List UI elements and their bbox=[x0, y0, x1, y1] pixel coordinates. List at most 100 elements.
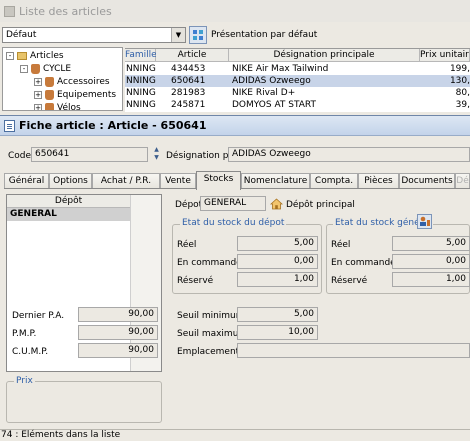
list-window-icon bbox=[4, 5, 15, 17]
tree-node-label: CYCLE bbox=[43, 63, 72, 74]
fiche-titlebar[interactable]: Fiche article : Article - 650641 bbox=[0, 116, 470, 136]
code-label: Code bbox=[8, 151, 32, 161]
stock-depot-reserve-label: Réservé bbox=[177, 276, 214, 286]
family-tree[interactable]: - Articles - CYCLE + Accessoires + Equip… bbox=[2, 47, 123, 111]
cell-article: 245871 bbox=[171, 100, 206, 110]
tab-stocks[interactable]: Stocks bbox=[196, 171, 241, 190]
product-family-icon bbox=[31, 63, 40, 74]
tree-node-equipements[interactable]: + Equipements bbox=[34, 88, 116, 101]
stock-depot-reel-field[interactable]: 5,00 bbox=[237, 236, 318, 251]
column-header-prix[interactable]: Prix unitaire bbox=[420, 49, 470, 62]
cell-designation: ADIDAS Ozweego bbox=[232, 76, 311, 86]
column-header-article[interactable]: Article bbox=[156, 49, 229, 62]
status-text: 74 : Eléments dans la liste bbox=[1, 430, 121, 440]
list-window-title: Liste des articles bbox=[19, 4, 112, 18]
view-combo-value: Défaut bbox=[6, 30, 37, 40]
emplacement-label: Emplacement bbox=[177, 347, 240, 357]
tree-node-label: Articles bbox=[30, 50, 64, 61]
seuil-maximum-field[interactable]: 10,00 bbox=[237, 325, 318, 340]
column-header-famille[interactable]: Famille bbox=[125, 49, 157, 62]
cell-prix: 80, bbox=[455, 88, 470, 98]
presentation-icon bbox=[193, 30, 203, 40]
depot-label: Dépot bbox=[175, 200, 203, 210]
cell-prix: 199, bbox=[449, 64, 470, 74]
product-family-icon bbox=[45, 102, 54, 110]
cump-label: C.U.M.P. bbox=[12, 347, 49, 357]
seuil-minimum-field[interactable]: 5,00 bbox=[237, 307, 318, 322]
stock-general-reel-label: Réel bbox=[331, 240, 351, 250]
code-spinner[interactable]: ▲ ▼ bbox=[151, 146, 162, 162]
tree-node-velos[interactable]: + Vélos bbox=[34, 101, 81, 111]
stock-general-commande-field[interactable]: 0,00 bbox=[392, 254, 470, 269]
collapse-icon[interactable]: - bbox=[20, 64, 28, 73]
stock-general-commande-label: En commande bbox=[331, 258, 396, 268]
list-window-titlebar[interactable]: Liste des articles bbox=[0, 0, 470, 22]
cump-field[interactable]: 90,00 bbox=[78, 343, 158, 358]
fiche-article-window: Fiche article : Article - 650641 Code 65… bbox=[0, 115, 470, 427]
tab-vente[interactable]: Vente bbox=[160, 173, 196, 189]
tree-node-label: Equipements bbox=[57, 89, 117, 100]
fiche-title: Fiche article : Article - 650641 bbox=[19, 119, 207, 132]
chevron-down-icon[interactable]: ▼ bbox=[171, 28, 185, 42]
stock-general-reserve-field[interactable]: 1,00 bbox=[392, 272, 470, 287]
arrow-up-icon[interactable]: ▲ bbox=[151, 146, 162, 154]
tree-node-articles[interactable]: - Articles bbox=[6, 49, 64, 62]
fiche-tabs: Général Options Achat / P.R. Vente Stock… bbox=[4, 171, 470, 190]
cell-famille: NNING bbox=[126, 100, 156, 110]
pmp-label: P.M.P. bbox=[12, 329, 37, 339]
tab-compta[interactable]: Compta. bbox=[310, 173, 358, 189]
designation-label: Désignation pr. bbox=[166, 151, 235, 161]
column-header-designation[interactable]: Désignation principale bbox=[229, 49, 420, 62]
tree-node-accessoires[interactable]: + Accessoires bbox=[34, 75, 110, 88]
prix-group-title: Prix bbox=[14, 376, 35, 386]
tree-node-label: Accessoires bbox=[57, 76, 110, 87]
prix-group bbox=[6, 381, 162, 423]
seuil-minimum-label: Seuil minimum bbox=[177, 311, 245, 321]
cell-article: 281983 bbox=[171, 88, 206, 98]
view-combo[interactable]: Défaut ▼ bbox=[2, 27, 186, 43]
stock-depot-commande-field[interactable]: 0,00 bbox=[237, 254, 318, 269]
stock-general-reel-field[interactable]: 5,00 bbox=[392, 236, 470, 251]
collapse-icon[interactable]: - bbox=[6, 51, 14, 60]
tab-pieces[interactable]: Pièces bbox=[358, 173, 399, 189]
tab-documents[interactable]: Documents bbox=[399, 173, 455, 189]
expand-icon[interactable]: + bbox=[34, 77, 42, 86]
depot-list-item[interactable]: GENERAL bbox=[7, 208, 131, 221]
depot-list-header[interactable]: Dépôt bbox=[7, 195, 131, 208]
tab-general[interactable]: Général bbox=[4, 173, 49, 189]
home-icon[interactable] bbox=[270, 197, 283, 210]
tab-achat[interactable]: Achat / P.R. bbox=[92, 173, 160, 189]
arrow-down-icon[interactable]: ▼ bbox=[151, 154, 162, 162]
tree-node-label: Vélos bbox=[57, 102, 81, 111]
dernier-pa-field[interactable]: 90,00 bbox=[78, 307, 158, 322]
designation-field[interactable]: ADIDAS Ozweego bbox=[228, 147, 470, 162]
depot-code-field[interactable]: GENERAL bbox=[200, 196, 266, 211]
tab-nomenclature[interactable]: Nomenclature bbox=[241, 173, 310, 189]
presentation-button[interactable] bbox=[189, 26, 207, 44]
expand-icon[interactable]: + bbox=[34, 103, 42, 110]
cell-prix: 130, bbox=[449, 76, 470, 86]
dernier-pa-label: Dernier P.A. bbox=[12, 311, 65, 321]
cell-famille: NNING bbox=[126, 64, 156, 74]
document-icon bbox=[4, 119, 15, 132]
depot-name: Dépôt principal bbox=[286, 200, 355, 210]
stock-depot-reel-label: Réel bbox=[177, 240, 197, 250]
code-field[interactable]: 650641 bbox=[31, 147, 148, 162]
folder-icon bbox=[17, 51, 27, 60]
cell-designation: NIKE Air Max Tailwind bbox=[232, 64, 329, 74]
expand-icon[interactable]: + bbox=[34, 90, 42, 99]
cell-famille: NNING bbox=[126, 76, 156, 86]
tab-options[interactable]: Options bbox=[49, 173, 92, 189]
stock-general-reserve-label: Réservé bbox=[331, 276, 368, 286]
cell-designation: DOMYOS AT START bbox=[232, 100, 317, 110]
articles-grid[interactable]: Famille Article Désignation principale P… bbox=[125, 48, 470, 112]
product-family-icon bbox=[45, 76, 54, 87]
emplacement-field[interactable] bbox=[237, 343, 470, 358]
tree-node-cycle[interactable]: - CYCLE bbox=[20, 62, 71, 75]
stock-general-details-icon[interactable] bbox=[417, 214, 432, 229]
pmp-field[interactable]: 90,00 bbox=[78, 325, 158, 340]
stock-depot-commande-label: En commande bbox=[177, 258, 242, 268]
tab-more[interactable]: Dé bbox=[455, 173, 470, 189]
cell-designation: NIKE Rival D+ bbox=[232, 88, 296, 98]
stock-depot-reserve-field[interactable]: 1,00 bbox=[237, 272, 318, 287]
